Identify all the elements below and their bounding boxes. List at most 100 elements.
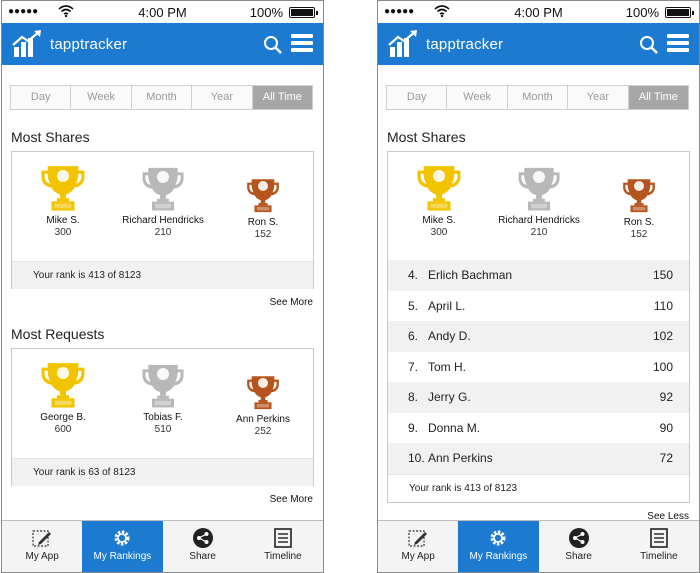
podium: Mike S. 300 Richard Hendricks 210 Ron S.… (12, 152, 313, 260)
app-header: tapptracker (378, 23, 699, 65)
battery-percent: 100% (625, 5, 659, 20)
rank-name: Erlich Bachman (428, 268, 513, 283)
pencil-icon (408, 530, 428, 547)
bronze-trophy-icon (246, 372, 280, 410)
tab-my-app[interactable]: My App (2, 521, 82, 572)
winner-name: Richard Hendricks (498, 215, 580, 226)
gold-trophy-icon (40, 161, 86, 211)
winner-third[interactable]: Ron S. 152 (213, 175, 313, 240)
tab-my-rankings[interactable]: My Rankings (82, 521, 163, 572)
ranking-row[interactable]: 4. Erlich Bachman 150 (388, 260, 689, 291)
podium: George B. 600 Tobias F. 510 Ann Perkins … (12, 349, 313, 457)
search-icon[interactable] (639, 35, 659, 55)
period-year[interactable]: Year (192, 86, 253, 109)
rank-score: 72 (659, 451, 673, 466)
period-month[interactable]: Month (131, 86, 193, 109)
rank-position: 6. (408, 329, 419, 344)
winner-name: Mike S. (46, 215, 80, 226)
tab-timeline[interactable]: Timeline (619, 521, 699, 572)
winner-name: Ron S. (247, 217, 279, 228)
see-more-link[interactable]: See More (270, 494, 313, 505)
tab-label: My App (25, 551, 59, 562)
tab-label: My App (401, 551, 435, 562)
pencil-icon (32, 530, 52, 547)
winner-second[interactable]: Richard Hendricks 210 (489, 163, 589, 238)
winner-second[interactable]: Tobias F. 510 (113, 360, 213, 435)
period-month[interactable]: Month (507, 86, 569, 109)
section-title-most-shares: Most Shares (11, 129, 90, 145)
battery-icon (665, 7, 694, 18)
ranking-row[interactable]: 10. Ann Perkins 72 (388, 443, 689, 474)
period-all-time[interactable]: All Time (628, 86, 689, 109)
rank-name: Ann Perkins (428, 451, 493, 466)
rank-score: 150 (652, 268, 673, 283)
period-all-time[interactable]: All Time (252, 86, 313, 109)
winner-score: 600 (54, 424, 72, 435)
your-rank: Your rank is 413 of 8123 (12, 261, 313, 289)
rank-position: 5. (408, 298, 419, 313)
gear-icon (490, 530, 506, 546)
tab-label: Timeline (640, 551, 678, 562)
period-week[interactable]: Week (71, 86, 132, 109)
winner-first[interactable]: Mike S. 300 (389, 161, 489, 238)
winner-score: 300 (54, 227, 72, 238)
tab-label: My Rankings (93, 551, 152, 562)
period-selector: Day Week Month Year All Time (386, 85, 689, 110)
period-week[interactable]: Week (447, 86, 508, 109)
period-year[interactable]: Year (568, 86, 629, 109)
most-shares-card-expanded: Mike S. 300 Richard Hendricks 210 Ron S.… (387, 151, 690, 503)
search-icon[interactable] (263, 35, 283, 55)
most-requests-card: George B. 600 Tobias F. 510 Ann Perkins … (11, 348, 314, 486)
share-icon (568, 528, 589, 548)
silver-trophy-icon (517, 163, 561, 211)
winner-score: 252 (254, 426, 272, 437)
winner-first[interactable]: Mike S. 300 (13, 161, 113, 238)
bottom-tab-bar: My App My Rankings Share Timeline (378, 520, 699, 572)
battery-icon (289, 7, 318, 18)
rank-position: 4. (408, 268, 419, 283)
phone-screen-rankings: ●●●●● 4:00 PM 100% tapptracker Day Week … (1, 0, 324, 573)
your-rank: Your rank is 63 of 8123 (12, 458, 313, 486)
rank-name: April L. (428, 298, 466, 313)
app-logo-icon (388, 30, 417, 57)
rank-position: 7. (408, 359, 419, 374)
rank-position: 10. (408, 451, 425, 466)
menu-icon[interactable] (667, 34, 689, 54)
bottom-tab-bar: My App My Rankings Share Timeline (2, 520, 323, 572)
status-bar: ●●●●● 4:00 PM 100% (2, 1, 323, 23)
winner-score: 152 (630, 229, 648, 240)
ranking-row[interactable]: 7. Tom H. 100 (388, 352, 689, 383)
tab-my-rankings[interactable]: My Rankings (458, 521, 539, 572)
ranking-row[interactable]: 6. Andy D. 102 (388, 321, 689, 352)
winner-second[interactable]: Richard Hendricks 210 (113, 163, 213, 238)
winner-third[interactable]: Ron S. 152 (589, 175, 689, 240)
period-day[interactable]: Day (11, 86, 72, 109)
tab-timeline[interactable]: Timeline (243, 521, 323, 572)
status-bar: ●●●●● 4:00 PM 100% (378, 1, 699, 23)
tab-my-app[interactable]: My App (378, 521, 458, 572)
rank-score: 110 (653, 298, 673, 313)
rank-position: 9. (408, 420, 419, 435)
battery-percent: 100% (249, 5, 283, 20)
period-day[interactable]: Day (387, 86, 448, 109)
rank-name: Donna M. (428, 420, 481, 435)
rank-name: Andy D. (428, 329, 471, 344)
section-title-most-requests: Most Requests (11, 326, 105, 342)
app-header: tapptracker (2, 23, 323, 65)
ranking-row[interactable]: 8. Jerry G. 92 (388, 382, 689, 413)
gold-trophy-icon (416, 161, 462, 211)
phone-screen-shares-expanded: ●●●●● 4:00 PM 100% tapptracker Day Week … (377, 0, 700, 573)
tab-share[interactable]: Share (539, 521, 619, 572)
ranking-row[interactable]: 5. April L. 110 (388, 291, 689, 322)
section-title-most-shares: Most Shares (387, 129, 466, 145)
your-rank: Your rank is 413 of 8123 (388, 473, 689, 502)
menu-icon[interactable] (291, 34, 313, 54)
tab-share[interactable]: Share (163, 521, 243, 572)
ranking-row[interactable]: 9. Donna M. 90 (388, 413, 689, 444)
winner-first[interactable]: George B. 600 (13, 358, 113, 435)
rank-score: 100 (652, 359, 673, 374)
see-more-link[interactable]: See More (270, 297, 313, 308)
winner-third[interactable]: Ann Perkins 252 (213, 372, 313, 437)
most-shares-card: Mike S. 300 Richard Hendricks 210 Ron S.… (11, 151, 314, 289)
rank-score: 90 (659, 420, 673, 435)
